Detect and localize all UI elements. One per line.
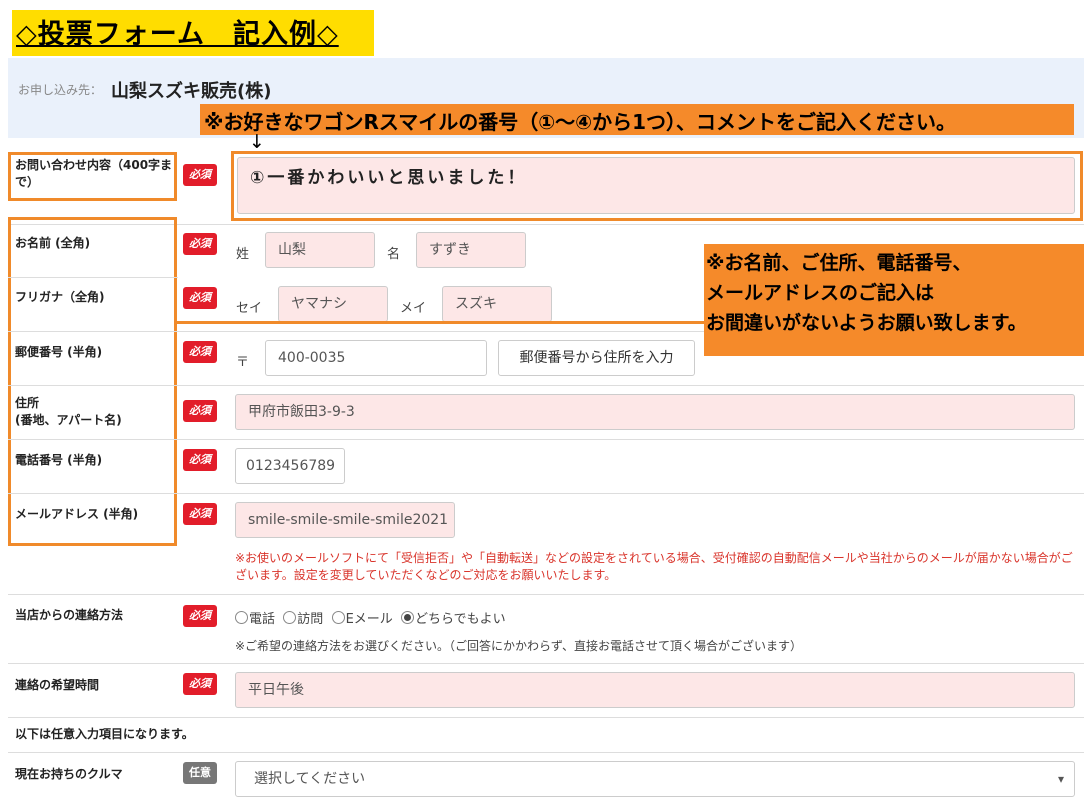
chevron-down-icon: ▾ [1057, 772, 1064, 786]
note-line: メールアドレスのご記入は [706, 282, 935, 304]
personal-info-note: ※お名前、ご住所、電話番号、 メールアドレスのご記入は お間違いがないようお願い… [704, 244, 1084, 356]
first-name-kana-input[interactable]: スズキ [442, 286, 552, 322]
last-name-input[interactable]: 山梨 [265, 232, 375, 268]
car-select[interactable]: 選択してください ▾ [235, 761, 1075, 797]
car-label: 現在お持ちのクルマ [15, 767, 123, 781]
destination-value: 山梨スズキ販売(株) [111, 81, 272, 102]
highlight-connector [175, 321, 705, 324]
required-badge: 必須 [183, 673, 217, 695]
contact-method-note: ※ご希望の連絡方法をお選びください。（ご回答にかかわらず、直接お電話させて頂く場… [235, 639, 802, 653]
email-warning: ※お使いのメールソフトにて「受信拒否」や「自動転送」などの設定をされている場合、… [235, 551, 1073, 582]
required-badge: 必須 [183, 605, 217, 627]
first-name-input[interactable]: すずき [416, 232, 526, 268]
phone-input[interactable]: 0123456789 [235, 448, 345, 484]
optional-section-heading: 以下は任意入力項目になります。 [15, 727, 194, 741]
address-label-line: 住所 [15, 396, 40, 410]
instruction-banner: ※お好きなワゴンRスマイルの番号（①～④から1つ）、コメントをご記入ください。 [200, 104, 1074, 135]
required-badge: 必須 [183, 164, 217, 186]
zip-input[interactable]: 400-0035 [265, 340, 487, 376]
required-badge: 必須 [183, 400, 217, 422]
inquiry-textarea[interactable]: ①一番かわいいと思いました！ [237, 157, 1075, 214]
radio-either[interactable]: どちらでもよい [401, 611, 506, 627]
mei-label: 名 [387, 247, 401, 262]
address-label-line: (番地、アパート名) [15, 413, 122, 427]
required-badge: 必須 [183, 233, 217, 255]
email-label: メールアドレス (半角) [15, 507, 139, 521]
personal-info-highlight [8, 217, 177, 546]
radio-phone[interactable]: 電話 [235, 611, 275, 627]
car-select-value: 選択してください [254, 771, 366, 787]
zip-lookup-button[interactable]: 郵便番号から住所を入力 [498, 340, 695, 376]
radio-icon [331, 611, 345, 624]
radio-visit[interactable]: 訪問 [283, 611, 323, 627]
radio-selected-icon [401, 611, 415, 624]
required-badge: 必須 [183, 341, 217, 363]
divider [8, 594, 1084, 595]
postal-mark: 〒 [236, 355, 250, 370]
divider [8, 752, 1084, 753]
contact-time-label: 連絡の希望時間 [15, 678, 100, 692]
contact-method-label: 当店からの連絡方法 [15, 608, 124, 622]
divider [8, 439, 1084, 440]
zip-label: 郵便番号 (半角) [15, 345, 103, 359]
kana-label: フリガナ（全角) [15, 290, 105, 304]
sei-kana-label: セイ [236, 301, 263, 316]
radio-email[interactable]: Eメール [331, 611, 393, 627]
note-line: ※お名前、ご住所、電話番号、 [706, 252, 972, 274]
address-input[interactable]: 甲府市飯田3-9-3 [235, 394, 1075, 430]
radio-icon [283, 611, 297, 624]
last-name-kana-input[interactable]: ヤマナシ [278, 286, 388, 322]
required-badge: 必須 [183, 449, 217, 471]
required-badge: 必須 [183, 287, 217, 309]
down-arrow-icon: ↓ [249, 131, 265, 153]
inquiry-label: お問い合わせ内容（400字まで） [15, 158, 173, 189]
note-line: お間違いがないようお願い致します。 [706, 312, 1027, 334]
contact-method-options: 電話 訪問 Eメール どちらでもよい [235, 608, 506, 627]
mei-kana-label: メイ [400, 301, 427, 316]
divider [8, 277, 178, 278]
radio-icon [235, 611, 248, 624]
divider [8, 717, 1084, 718]
optional-badge: 任意 [183, 762, 217, 784]
divider [8, 663, 1084, 664]
divider [8, 385, 1084, 386]
sei-label: 姓 [236, 247, 250, 262]
divider [8, 493, 1084, 494]
contact-time-input[interactable]: 平日午後 [235, 672, 1075, 708]
page-title: ◇投票フォーム 記入例◇ [16, 19, 339, 50]
required-badge: 必須 [183, 503, 217, 525]
email-input[interactable]: smile-smile-smile-smile2021 [235, 502, 455, 538]
address-label: 住所 (番地、アパート名) [15, 395, 122, 429]
name-label: お名前 (全角) [15, 236, 91, 250]
phone-label: 電話番号 (半角) [15, 453, 103, 467]
destination-label: お申し込み先： [18, 83, 103, 97]
